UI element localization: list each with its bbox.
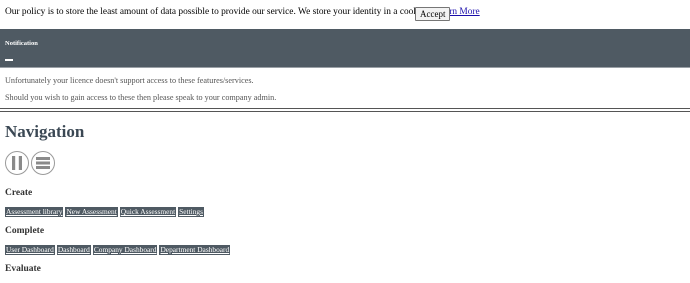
section-complete-heading: Complete: [5, 226, 45, 236]
divider: [0, 67, 690, 68]
settings-link[interactable]: Settings: [178, 207, 204, 217]
new-assessment-link[interactable]: New Assessment: [65, 207, 118, 217]
complete-links: User Dashboard Dashboard Company Dashboard…: [5, 245, 232, 255]
pause-icon[interactable]: [5, 151, 29, 175]
divider: [0, 111, 690, 112]
cookie-policy-text: Our policy is to store the least amount …: [5, 7, 425, 17]
cookie-banner: Our policy is to store the least amount …: [0, 0, 690, 28]
quick-assessment-link[interactable]: Quick Assessment: [119, 207, 177, 217]
create-links: Assessment library New Assessment Quick As…: [5, 207, 206, 217]
divider: [0, 108, 690, 109]
assessment-library-link[interactable]: Assessment library: [5, 207, 64, 217]
section-evaluate-heading: Evaluate: [5, 264, 41, 274]
accept-cookies-button[interactable]: Accept: [415, 7, 451, 21]
section-create-heading: Create: [5, 188, 33, 198]
menu-icon[interactable]: [31, 151, 55, 175]
navigation-heading: Navigation: [5, 122, 85, 141]
dashboard-link[interactable]: Dashboard: [56, 245, 91, 255]
notification-message-2: Should you wish to gain access to these …: [5, 93, 277, 102]
collapse-icon[interactable]: [5, 59, 13, 61]
notification-message-1: Unfortunately your licence doesn't suppo…: [5, 76, 254, 85]
notification-title: Notification: [5, 40, 38, 47]
notification-header: Notification: [0, 29, 690, 67]
department-dashboard-link[interactable]: Department Dashboard: [159, 245, 231, 255]
company-dashboard-link[interactable]: Company Dashboard: [92, 245, 158, 255]
user-dashboard-link[interactable]: User Dashboard: [5, 245, 55, 255]
